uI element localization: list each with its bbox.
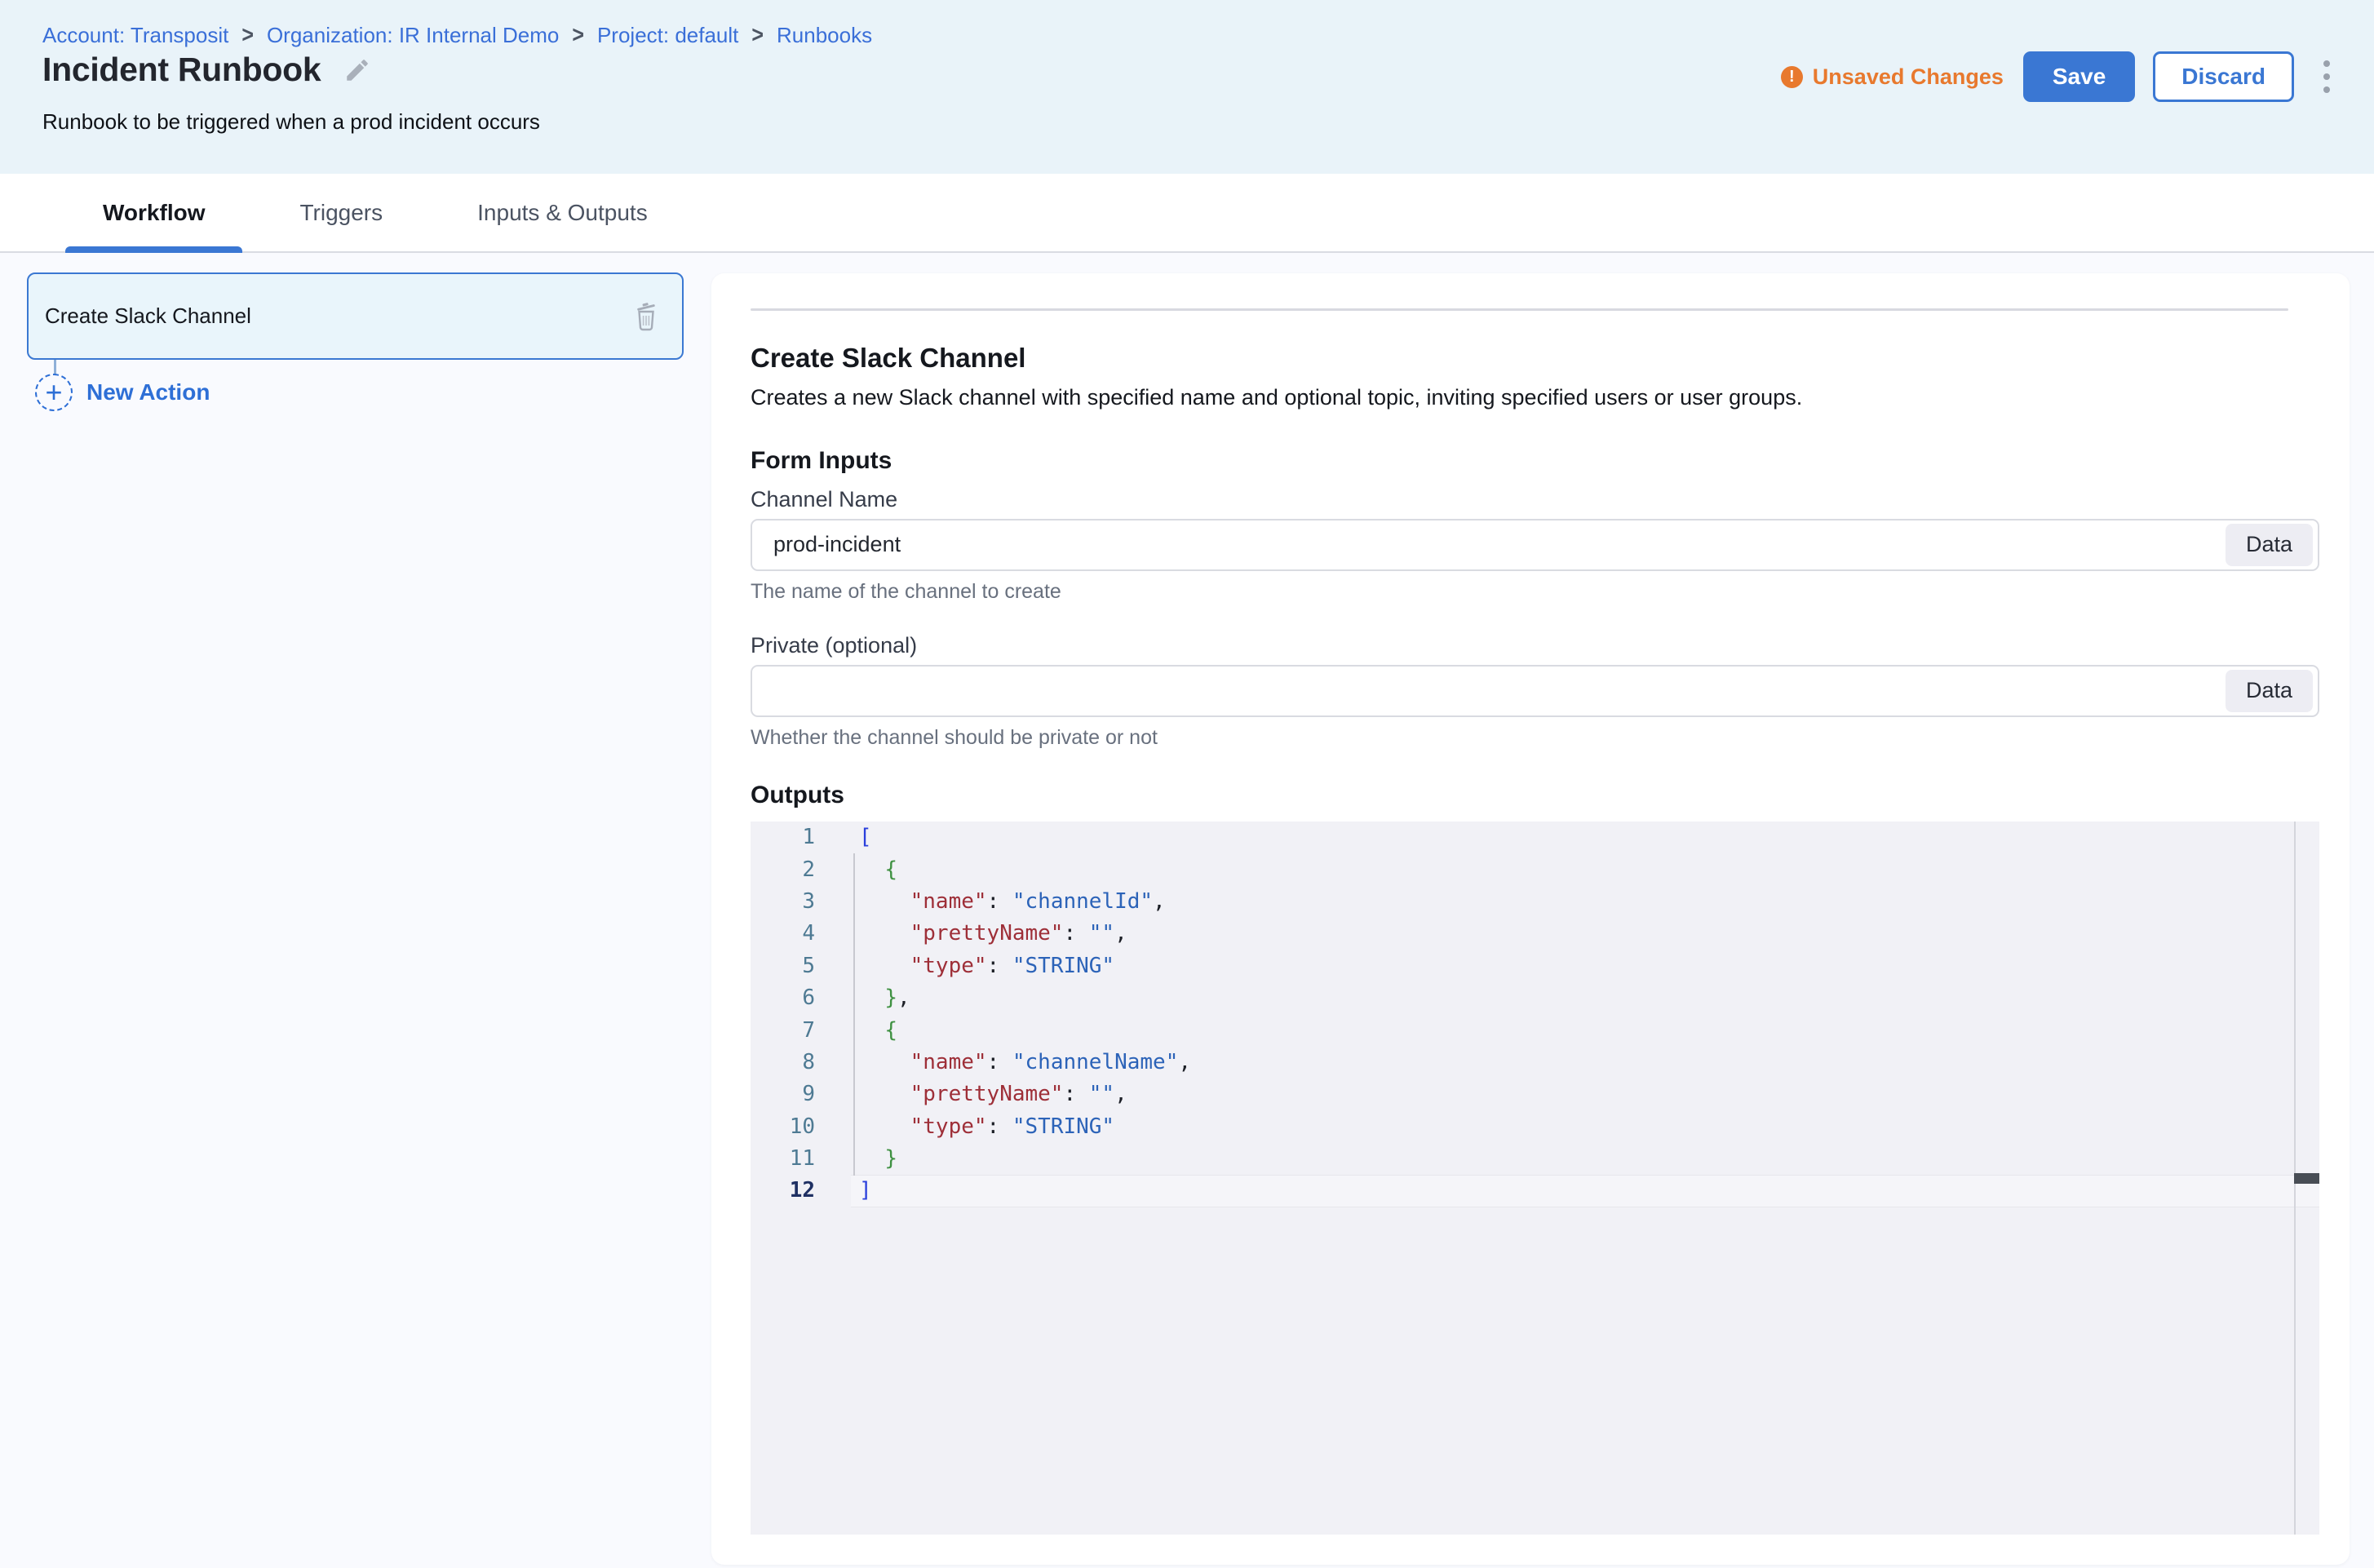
channel-name-input-wrap: Data bbox=[751, 519, 2319, 571]
private-help: Whether the channel should be private or… bbox=[751, 726, 2319, 750]
breadcrumb-link[interactable]: Project: default bbox=[597, 23, 738, 48]
private-label: Private (optional) bbox=[751, 633, 2319, 658]
page-title: Incident Runbook bbox=[42, 51, 321, 89]
line-number: 10 bbox=[751, 1114, 815, 1139]
title-row: Incident Runbook bbox=[42, 51, 371, 89]
code-line: 2 { bbox=[751, 853, 2319, 885]
line-number: 5 bbox=[751, 954, 815, 978]
action-description: Creates a new Slack channel with specifi… bbox=[751, 384, 2319, 410]
line-number: 1 bbox=[751, 825, 815, 849]
actions-list: Create Slack Channel bbox=[0, 272, 711, 360]
editor-scrollbar-thumb[interactable] bbox=[2294, 1173, 2319, 1184]
code-line: 11 } bbox=[751, 1142, 2319, 1174]
kebab-menu-icon[interactable] bbox=[2315, 55, 2338, 98]
line-number: 12 bbox=[751, 1178, 815, 1203]
line-number: 11 bbox=[751, 1146, 815, 1171]
code-line: 5 "type": "STRING" bbox=[751, 950, 2319, 981]
action-title: Create Slack Channel bbox=[751, 342, 2319, 374]
outputs-heading: Outputs bbox=[751, 781, 2319, 810]
private-data-button[interactable]: Data bbox=[2226, 670, 2313, 712]
page-subtitle: Runbook to be triggered when a prod inci… bbox=[42, 109, 540, 135]
private-input[interactable] bbox=[752, 667, 2226, 715]
breadcrumb-separator-icon: > bbox=[241, 22, 254, 49]
line-number: 3 bbox=[751, 889, 815, 914]
channel-name-label: Channel Name bbox=[751, 487, 2319, 512]
line-number: 2 bbox=[751, 857, 815, 882]
code-line: 4 "prettyName": "", bbox=[751, 918, 2319, 950]
code-lines: 1[2 {3 "name": "channelId",4 "prettyName… bbox=[751, 822, 2319, 1207]
outputs-code-editor[interactable]: 1[2 {3 "name": "channelId",4 "prettyName… bbox=[751, 822, 2319, 1535]
line-number: 4 bbox=[751, 921, 815, 946]
code-line: 6 }, bbox=[751, 981, 2319, 1013]
section-divider bbox=[751, 308, 2288, 311]
workflow-panel: Create Slack Channel + New Action bbox=[0, 253, 711, 1568]
private-field: Private (optional) Data Whether the chan… bbox=[751, 633, 2319, 750]
form-inputs-heading: Form Inputs bbox=[751, 446, 2319, 476]
line-number: 6 bbox=[751, 986, 815, 1010]
code-line: 1[ bbox=[751, 822, 2319, 853]
breadcrumb-link[interactable]: Runbooks bbox=[777, 23, 872, 48]
private-input-wrap: Data bbox=[751, 665, 2319, 717]
discard-button[interactable]: Discard bbox=[2153, 51, 2294, 102]
tab-bar: Workflow Triggers Inputs & Outputs bbox=[0, 174, 2374, 253]
line-number: 9 bbox=[751, 1082, 815, 1106]
save-button[interactable]: Save bbox=[2023, 51, 2135, 102]
line-number: 7 bbox=[751, 1018, 815, 1043]
unsaved-changes-label: Unsaved Changes bbox=[1813, 64, 2004, 90]
code-line: 12] bbox=[751, 1175, 2319, 1207]
code-line: 7 { bbox=[751, 1014, 2319, 1046]
channel-name-input[interactable] bbox=[752, 520, 2226, 569]
edit-title-pencil-icon[interactable] bbox=[343, 56, 371, 84]
tab-triggers[interactable]: Triggers bbox=[262, 174, 420, 251]
unsaved-changes-badge: ! Unsaved Changes bbox=[1781, 64, 2004, 90]
plus-icon: + bbox=[35, 374, 73, 411]
breadcrumb-separator-icon: > bbox=[751, 22, 764, 49]
tab-workflow[interactable]: Workflow bbox=[65, 174, 242, 251]
channel-name-data-button[interactable]: Data bbox=[2226, 524, 2313, 566]
code-line: 10 "type": "STRING" bbox=[751, 1110, 2319, 1142]
tab-inputs-outputs[interactable]: Inputs & Outputs bbox=[440, 174, 685, 251]
breadcrumb: Account: Transposit > Organization: IR Int… bbox=[42, 23, 872, 48]
new-action-label: New Action bbox=[86, 379, 210, 405]
line-number: 8 bbox=[751, 1050, 815, 1074]
breadcrumb-link[interactable]: Organization: IR Internal Demo bbox=[267, 23, 559, 48]
action-detail-panel: Create Slack Channel Creates a new Slack… bbox=[711, 273, 2350, 1565]
code-line: 9 "prettyName": "", bbox=[751, 1079, 2319, 1110]
page-header: Account: Transposit > Organization: IR Int… bbox=[0, 0, 2374, 174]
breadcrumb-link[interactable]: Account: Transposit bbox=[42, 23, 228, 48]
breadcrumb-separator-icon: > bbox=[572, 22, 584, 49]
warning-icon: ! bbox=[1781, 66, 1803, 88]
content-area: Create Slack Channel + New Action Create… bbox=[0, 253, 2374, 1568]
channel-name-field: Channel Name Data The name of the channe… bbox=[751, 487, 2319, 604]
code-line: 3 "name": "channelId", bbox=[751, 885, 2319, 917]
workflow-action-card[interactable]: Create Slack Channel bbox=[27, 272, 684, 360]
delete-action-trash-icon[interactable] bbox=[628, 297, 664, 336]
action-card-label: Create Slack Channel bbox=[45, 303, 251, 329]
new-action-button[interactable]: + New Action bbox=[35, 374, 210, 411]
header-actions: ! Unsaved Changes Save Discard bbox=[1781, 51, 2338, 103]
code-line: 8 "name": "channelName", bbox=[751, 1046, 2319, 1078]
channel-name-help: The name of the channel to create bbox=[751, 580, 2319, 604]
